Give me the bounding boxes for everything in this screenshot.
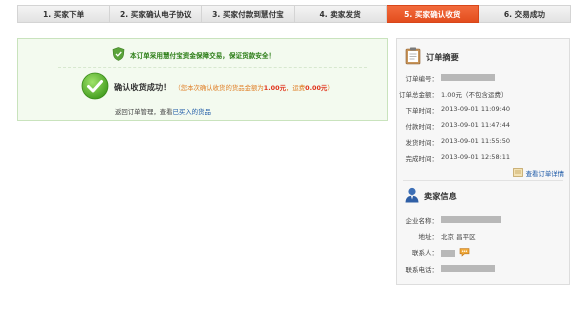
guarantee-banner: 本订单采用慧付宝资金保障交易，保证货款安全！: [112, 47, 275, 63]
purchased-goods-link[interactable]: 已买入的货品: [173, 108, 211, 116]
ship-time-label: 发货时间：: [405, 139, 439, 147]
step-buyer-order: 1. 买家下单: [17, 5, 111, 23]
phone-label: 联系电话：: [405, 266, 439, 274]
step-trade-success: 6. 交易成功: [478, 5, 572, 23]
progress-steps: 1. 买家下单 2. 买家确认电子协议 3. 买家付款到慧付宝 4. 卖家发货 …: [17, 5, 572, 23]
order-amount-label: 订单总金额：: [399, 91, 438, 99]
links-prefix[interactable]: 返回订单管理，查看: [115, 108, 173, 116]
result-line: 确认收货成功！ （您本次确认收货的货品金额为1.00元，运费0.00元）: [114, 81, 334, 93]
redacted-company-name: [441, 215, 501, 223]
payment-time-value: 2013-09-01 11:47:44: [441, 121, 511, 129]
order-summary-title: 订单摘要: [426, 52, 459, 62]
address-label: 地址：: [418, 233, 439, 241]
address-value: 北京 昌平区: [441, 233, 476, 241]
goods-amount: 1.00元: [263, 83, 286, 92]
company-name-value: [441, 215, 501, 223]
view-order-detail-label[interactable]: 查看订单详情: [526, 169, 564, 178]
ship-time-value: 2013-09-01 11:55:50: [441, 137, 511, 145]
shipping-amount: 0.00元: [305, 83, 328, 92]
view-order-detail-link[interactable]: 查看订单详情: [512, 168, 564, 179]
order-number-value: [441, 73, 495, 81]
follow-up-links: 返回订单管理，查看已买入的货品: [115, 107, 211, 116]
redacted-contact-name: [441, 249, 455, 257]
phone-value: [441, 264, 495, 272]
step-confirm-receipt: 5. 买家确认收货: [386, 5, 479, 23]
result-note-prefix: （您本次确认收货的货品金额为: [174, 83, 264, 92]
seller-info-title: 卖家信息: [424, 191, 457, 201]
complete-time-value: 2013-09-01 12:58:11: [441, 153, 511, 161]
redacted-phone: [441, 264, 495, 272]
notice-divider: [58, 67, 367, 68]
clipboard-icon: [405, 47, 421, 67]
step-confirm-agreement: 2. 买家确认电子协议: [110, 5, 203, 23]
redacted-order-number: [441, 73, 495, 81]
payment-time-label: 付款时间：: [405, 123, 439, 131]
order-summary-header: 订单摘要: [405, 47, 459, 67]
order-time-value: 2013-09-01 11:09:40: [441, 105, 511, 113]
order-amount-value: 1.00元（不包含运费）: [441, 91, 508, 99]
order-number-label: 订单编号：: [405, 75, 439, 83]
result-note-mid: ，运费: [285, 83, 306, 92]
result-note-suffix: ）: [327, 83, 334, 92]
result-title: 确认收货成功！: [114, 82, 172, 92]
complete-time-label: 完成时间：: [405, 155, 439, 163]
company-name-label: 企业名称：: [405, 217, 439, 225]
success-notice: 本订单采用慧付宝资金保障交易，保证货款安全！ 确认收货成功！ （您本次确认收货的…: [17, 38, 388, 121]
guarantee-text: 本订单采用慧付宝资金保障交易，保证货款安全！: [130, 52, 276, 60]
chat-icon[interactable]: [459, 247, 470, 259]
sidebar-divider: [403, 180, 563, 181]
order-time-label: 下单时间：: [405, 107, 439, 115]
contact-value: [441, 247, 470, 259]
document-icon: [512, 168, 523, 179]
step-seller-ship: 4. 卖家发货: [294, 5, 387, 23]
order-sidebar: 订单摘要 订单编号： 订单总金额： 1.00元（不包含运费） 下单时间： 201…: [396, 38, 570, 285]
result-note: （您本次确认收货的货品金额为1.00元，运费0.00元）: [174, 83, 333, 92]
check-circle-icon: [81, 72, 109, 102]
shield-check-icon: [112, 47, 125, 63]
contact-label: 联系人：: [412, 249, 438, 257]
seller-info-header: 卖家信息: [405, 187, 457, 205]
person-icon: [405, 187, 419, 205]
step-buyer-payment: 3. 买家付款到慧付宝: [202, 5, 295, 23]
